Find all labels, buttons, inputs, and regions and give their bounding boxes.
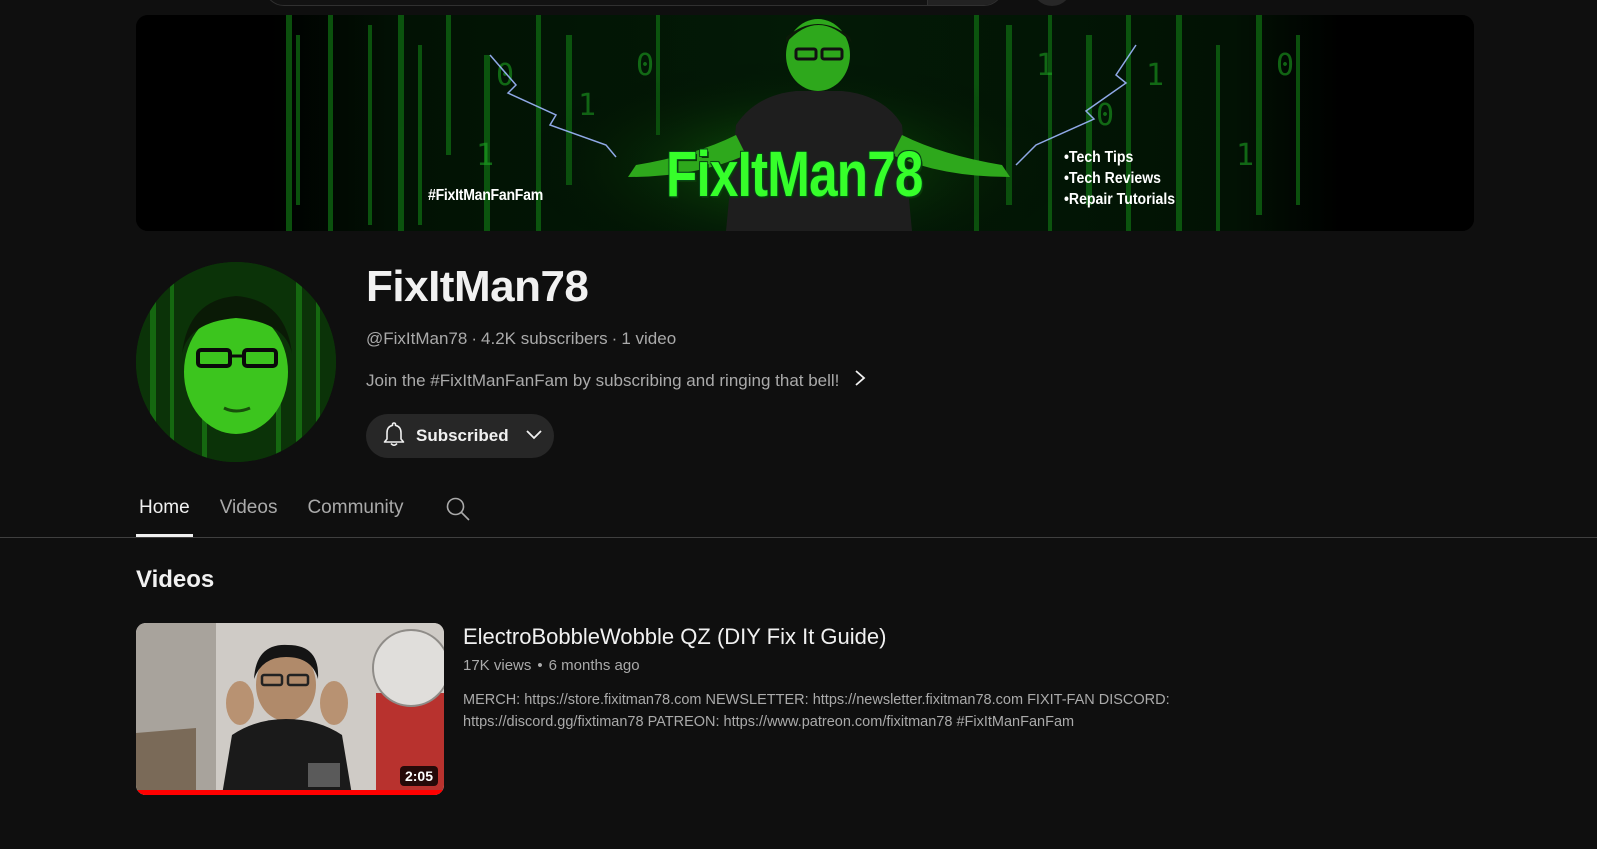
chevron-right-icon — [853, 369, 867, 392]
channel-avatar[interactable] — [136, 262, 336, 462]
avatar-image — [136, 262, 336, 462]
search-bar[interactable] — [264, 0, 1004, 6]
banner-bullet: •Repair Tutorials — [1064, 191, 1176, 208]
meta-separator: · — [611, 329, 618, 348]
banner-hashtag: #FixItManFanFam — [428, 187, 543, 204]
video-description: MERCH: https://store.fixitman78.com NEWS… — [463, 692, 1170, 730]
channel-tabs: Home Videos Community — [136, 486, 471, 537]
voice-search-button[interactable] — [1032, 0, 1072, 6]
subscriber-count: 4.2K subscribers — [481, 329, 608, 348]
tab-home[interactable]: Home — [136, 486, 193, 537]
video-count: 1 video — [621, 329, 677, 348]
chevron-down-icon — [525, 427, 543, 445]
search-button[interactable] — [927, 0, 1003, 5]
channel-meta: @FixItMan78 · 4.2K subscribers · 1 video — [366, 329, 676, 349]
watch-progress-fill — [136, 790, 444, 795]
video-age: 6 months ago — [548, 657, 640, 674]
bell-icon — [382, 421, 406, 452]
subscribed-button[interactable]: Subscribed — [366, 414, 554, 458]
meta-dot: • — [537, 657, 543, 674]
video-meta: 17K views • 6 months ago — [463, 657, 640, 674]
subscribed-label: Subscribed — [416, 426, 509, 445]
banner-title: FixItMan78 — [666, 138, 923, 210]
channel-banner: 0 1 1 0 1 0 1 1 0 #FixItManFanFam FixItM… — [136, 15, 1474, 231]
svg-text:0: 0 — [1096, 98, 1114, 133]
videos-section-title[interactable]: Videos — [136, 566, 214, 594]
channel-name: FixItMan78 — [366, 262, 589, 311]
tab-community[interactable]: Community — [304, 486, 406, 537]
channel-handle: @FixItMan78 — [366, 329, 468, 348]
tabs-divider — [0, 537, 1597, 538]
tab-videos[interactable]: Videos — [217, 486, 281, 537]
meta-separator: · — [471, 329, 478, 348]
video-duration: 2:05 — [399, 766, 438, 786]
svg-text:0: 0 — [496, 58, 514, 93]
watch-progress-bar — [136, 790, 444, 795]
svg-text:1: 1 — [476, 138, 494, 173]
video-thumbnail[interactable]: 2:05 — [136, 623, 444, 795]
svg-text:0: 0 — [1276, 48, 1294, 83]
video-views: 17K views — [463, 657, 532, 674]
banner-bullets: •Tech Tips •Tech Reviews •Repair Tutoria… — [1064, 147, 1175, 210]
banner-bullet: •Tech Reviews — [1064, 170, 1162, 187]
channel-description: Join the #FixItManFanFam by subscribing … — [366, 370, 840, 390]
svg-text:1: 1 — [1236, 138, 1254, 173]
video-title[interactable]: ElectroBobbleWobble QZ (DIY Fix It Guide… — [463, 624, 886, 650]
svg-text:1: 1 — [1146, 58, 1164, 93]
banner-bullet: •Tech Tips — [1064, 149, 1134, 166]
channel-description-link[interactable]: Join the #FixItManFanFam by subscribing … — [366, 369, 867, 392]
thumbnail-image — [136, 623, 444, 795]
channel-search-icon[interactable] — [445, 496, 471, 527]
